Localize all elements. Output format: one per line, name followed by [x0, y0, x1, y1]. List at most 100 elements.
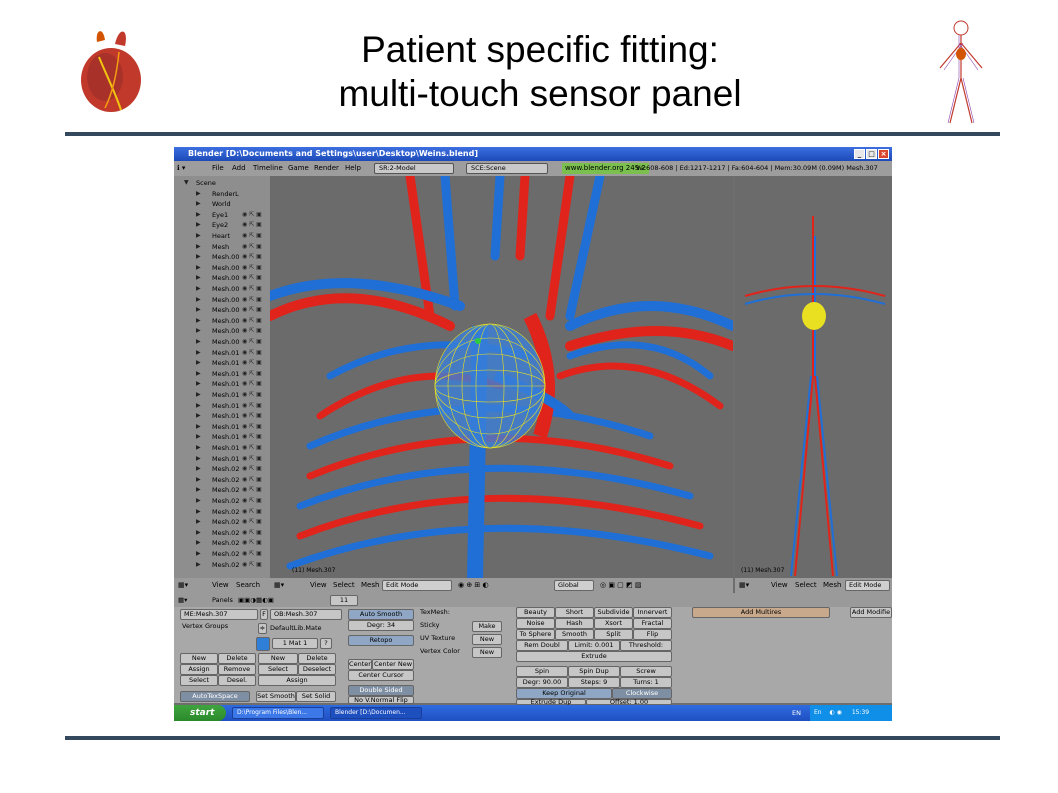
- visibility-icons[interactable]: ◉ ⇱ ▣: [242, 390, 262, 400]
- visibility-icons[interactable]: ◉ ⇱ ▣: [242, 549, 262, 559]
- uv-texture-new-button[interactable]: New: [472, 634, 502, 645]
- visibility-icons[interactable]: ◉ ⇱ ▣: [242, 316, 262, 326]
- sticky-make-button[interactable]: Make: [472, 621, 502, 632]
- outliner-row[interactable]: ▶ Mesh.02 ◉ ⇱ ▣: [174, 507, 270, 517]
- outliner-row[interactable]: ▶ Mesh.01 ◉ ⇱ ▣: [174, 422, 270, 432]
- expand-icon[interactable]: ▶: [196, 443, 201, 453]
- mesh-tool-button[interactable]: Innervert: [633, 607, 672, 618]
- menu-file[interactable]: File: [212, 161, 224, 176]
- mesh-tool-button[interactable]: To Sphere: [516, 629, 555, 640]
- visibility-icons[interactable]: ◉ ⇱ ▣: [242, 220, 262, 230]
- mesh-tool-button[interactable]: Hash: [555, 618, 594, 629]
- outliner-row[interactable]: ▶ Mesh.02 ◉ ⇱ ▣: [174, 496, 270, 506]
- side-view-menu[interactable]: View: [771, 578, 788, 593]
- tray-icons[interactable]: ◐ ◉: [830, 709, 842, 716]
- mat-assign-button[interactable]: Assign: [258, 675, 336, 686]
- expand-icon[interactable]: ▶: [196, 273, 201, 283]
- set-smooth-button[interactable]: Set Smooth: [256, 691, 296, 702]
- visibility-icons[interactable]: ◉ ⇱ ▣: [242, 252, 262, 262]
- screw-turns-field[interactable]: Turns: 1: [620, 677, 672, 688]
- visibility-icons[interactable]: ◉ ⇱ ▣: [242, 231, 262, 241]
- visibility-icons[interactable]: ◉ ⇱ ▣: [242, 295, 262, 305]
- visibility-icons[interactable]: ◉ ⇱ ▣: [242, 273, 262, 283]
- outliner-view-menu[interactable]: View: [212, 578, 229, 593]
- vgroup-remove-button[interactable]: Remove: [218, 664, 256, 675]
- outliner-row[interactable]: ▶ Mesh ◉ ⇱ ▣: [174, 242, 270, 252]
- visibility-icons[interactable]: ◉ ⇱ ▣: [242, 475, 262, 485]
- side-mode-selector[interactable]: Edit Mode: [845, 580, 890, 591]
- visibility-icons[interactable]: ◉ ⇱ ▣: [242, 422, 262, 432]
- outliner-row[interactable]: ▶ Mesh.02 ◉ ⇱ ▣: [174, 485, 270, 495]
- expand-icon[interactable]: ▶: [196, 379, 201, 389]
- scene-selector[interactable]: SCE:Scene: [466, 163, 548, 174]
- visibility-icons[interactable]: ◉ ⇱ ▣: [242, 337, 262, 347]
- panels-menu[interactable]: Panels: [212, 595, 233, 605]
- mesh-tool-button[interactable]: Flip Normal: [633, 629, 672, 647]
- mat-new-button[interactable]: New: [258, 653, 298, 664]
- spin-steps-field[interactable]: Steps: 9: [568, 677, 620, 688]
- spin-dup-button[interactable]: Spin Dup: [568, 666, 620, 677]
- outliner-row[interactable]: ▶ Mesh.01 ◉ ⇱ ▣: [174, 369, 270, 379]
- visibility-icons[interactable]: ◉ ⇱ ▣: [242, 496, 262, 506]
- mesh-tool-button[interactable]: Limit: 0.001: [568, 640, 620, 651]
- visibility-icons[interactable]: ◉ ⇱ ▣: [242, 432, 262, 442]
- outliner-row[interactable]: ▶ Mesh.00 ◉ ⇱ ▣: [174, 316, 270, 326]
- vertex-color-new-button[interactable]: New: [472, 647, 502, 658]
- mesh-tool-button[interactable]: Xsort: [594, 618, 633, 629]
- expand-icon[interactable]: ▶: [196, 210, 201, 220]
- vgroup-select-button[interactable]: Select: [180, 675, 218, 686]
- outliner-icon[interactable]: ▦▾: [178, 578, 188, 593]
- set-solid-button[interactable]: Set Solid: [296, 691, 336, 702]
- snap-icons[interactable]: ◎ ▣ ▢ ◩ ▨: [600, 578, 641, 593]
- viewport-type-icon[interactable]: ▦▾: [274, 578, 284, 593]
- expand-icon[interactable]: ▶: [196, 549, 201, 559]
- mesh-name-field[interactable]: ME:Mesh.307: [180, 609, 258, 620]
- outliner-row[interactable]: ▶ Mesh.00 ◉ ⇱ ▣: [174, 252, 270, 262]
- draw-type-icons[interactable]: ◉ ⊕ ⊞ ◐: [458, 578, 489, 593]
- visibility-icons[interactable]: ◉ ⇱ ▣: [242, 358, 262, 368]
- maximize-button[interactable]: □: [866, 149, 877, 159]
- outliner-row[interactable]: ▶ Mesh.02 ◉ ⇱ ▣: [174, 538, 270, 548]
- vgroup-delete-button[interactable]: Delete: [218, 653, 256, 664]
- outliner-row[interactable]: ▶ Mesh.00 ◉ ⇱ ▣: [174, 263, 270, 273]
- spin-degree-field[interactable]: Degr: 90.00: [516, 677, 568, 688]
- visibility-icons[interactable]: ◉ ⇱ ▣: [242, 242, 262, 252]
- outliner-row[interactable]: ▶ Mesh.00 ◉ ⇱ ▣: [174, 284, 270, 294]
- visibility-icons[interactable]: ◉ ⇱ ▣: [242, 348, 262, 358]
- add-multires-button[interactable]: Add Multires: [692, 607, 830, 618]
- screen-selector[interactable]: SR:2-Model: [374, 163, 454, 174]
- expand-icon[interactable]: ▶: [196, 422, 201, 432]
- material-index-field[interactable]: 1 Mat 1: [272, 638, 318, 649]
- outliner-row[interactable]: ▶ Mesh.02 ◉ ⇱ ▣: [174, 549, 270, 559]
- visibility-icons[interactable]: ◉ ⇱ ▣: [242, 401, 262, 411]
- start-button[interactable]: start: [174, 705, 226, 721]
- visibility-icons[interactable]: ◉ ⇱ ▣: [242, 538, 262, 548]
- expand-icon[interactable]: ▶: [196, 538, 201, 548]
- expand-icon[interactable]: ▶: [196, 326, 201, 336]
- expand-icon[interactable]: ▶: [196, 295, 201, 305]
- outliner-row[interactable]: ▶ Mesh.02 ◉ ⇱ ▣: [174, 560, 270, 570]
- main-mode-selector[interactable]: Edit Mode: [382, 580, 452, 591]
- expand-icon[interactable]: ▶: [196, 485, 201, 495]
- expand-icon[interactable]: ▶: [196, 316, 201, 326]
- add-modifier-button[interactable]: Add Modifie: [850, 607, 892, 618]
- visibility-icons[interactable]: ◉ ⇱ ▣: [242, 517, 262, 527]
- fake-user-toggle[interactable]: F: [260, 609, 268, 620]
- menu-help[interactable]: Help: [345, 161, 361, 176]
- taskbar-item-cmd[interactable]: D:\Program Files\Blen...: [232, 707, 324, 719]
- spin-button[interactable]: Spin: [516, 666, 568, 677]
- expand-icon[interactable]: ▶: [196, 517, 201, 527]
- visibility-icons[interactable]: ◉ ⇱ ▣: [242, 464, 262, 474]
- material-browse-icon[interactable]: ≑: [258, 623, 267, 634]
- mesh-tool-button[interactable]: Rem Doubl: [516, 640, 568, 651]
- visibility-icons[interactable]: ◉ ⇱ ▣: [242, 210, 262, 220]
- expand-icon[interactable]: ▶: [196, 252, 201, 262]
- expand-icon[interactable]: ▶: [196, 348, 201, 358]
- expand-icon[interactable]: ▶: [196, 369, 201, 379]
- main-3d-viewport[interactable]: (11) Mesh.307: [270, 176, 733, 578]
- outliner-row[interactable]: ▶ Mesh.01 ◉ ⇱ ▣: [174, 411, 270, 421]
- taskbar-item-blender[interactable]: Blender [D:\Documen...: [330, 707, 422, 719]
- center-button[interactable]: Center: [348, 659, 372, 670]
- visibility-icons[interactable]: ◉ ⇱ ▣: [242, 485, 262, 495]
- double-sided-toggle[interactable]: Double Sided: [348, 685, 414, 696]
